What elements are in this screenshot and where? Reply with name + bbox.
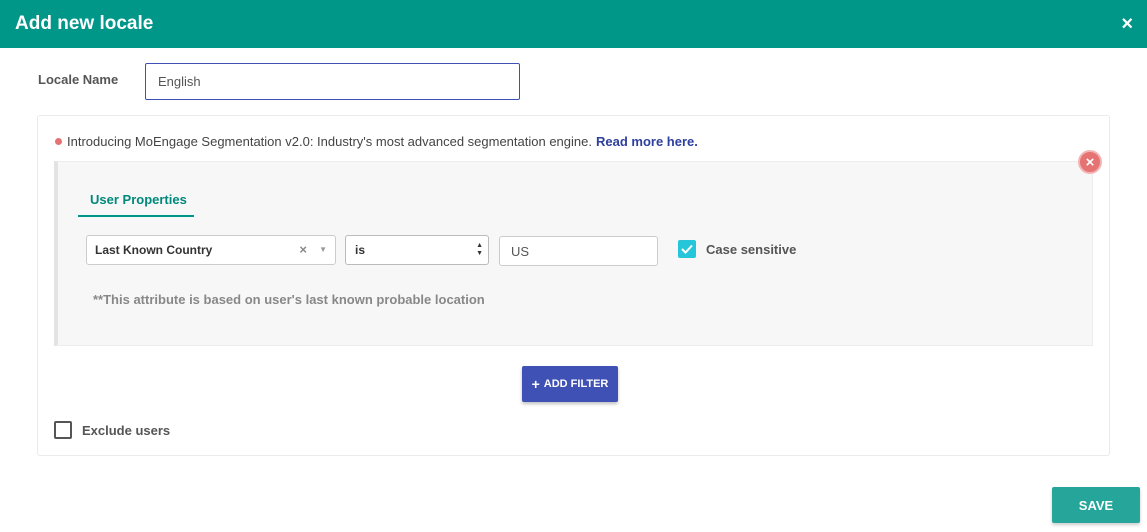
chevron-down-icon: ▼ [319, 245, 327, 254]
attribute-note: **This attribute is based on user's last… [93, 292, 485, 307]
modal-title: Add new locale [15, 13, 154, 34]
case-sensitive-label: Case sensitive [706, 242, 797, 257]
case-sensitive-checkbox[interactable] [678, 240, 696, 258]
locale-name-label: Locale Name [38, 72, 119, 87]
exclude-users-checkbox[interactable] [54, 421, 72, 439]
exclude-users-label: Exclude users [82, 423, 171, 438]
locale-name-input[interactable] [145, 63, 520, 100]
close-icon[interactable]: × [1121, 14, 1133, 34]
operator-value: is [355, 243, 366, 257]
attribute-select[interactable]: Last Known Country × ▼ [86, 235, 336, 265]
operator-select[interactable]: is ▲ ▼ [345, 235, 489, 265]
save-button[interactable]: SAVE [1052, 487, 1140, 523]
attribute-value: Last Known Country [95, 243, 213, 257]
add-filter-label: ADD FILTER [543, 378, 609, 390]
bullet-dot-icon [55, 138, 62, 145]
filter-value-input[interactable] [499, 236, 658, 266]
checkmark-icon [681, 244, 693, 254]
tab-user-properties[interactable]: User Properties [78, 190, 194, 217]
read-more-link[interactable]: Read more here. [596, 134, 698, 149]
clear-icon[interactable]: × [299, 242, 307, 257]
select-arrows-icon: ▲ ▼ [476, 242, 483, 257]
remove-filter-icon[interactable]: × [1078, 150, 1102, 174]
intro-text: Introducing MoEngage Segmentation v2.0: … [67, 134, 592, 149]
modal-header: Add new locale × [0, 0, 1147, 48]
add-filter-button[interactable]: + ADD FILTER [522, 366, 618, 402]
plus-icon: + [531, 376, 540, 392]
intro-banner: Introducing MoEngage Segmentation v2.0: … [55, 134, 698, 149]
